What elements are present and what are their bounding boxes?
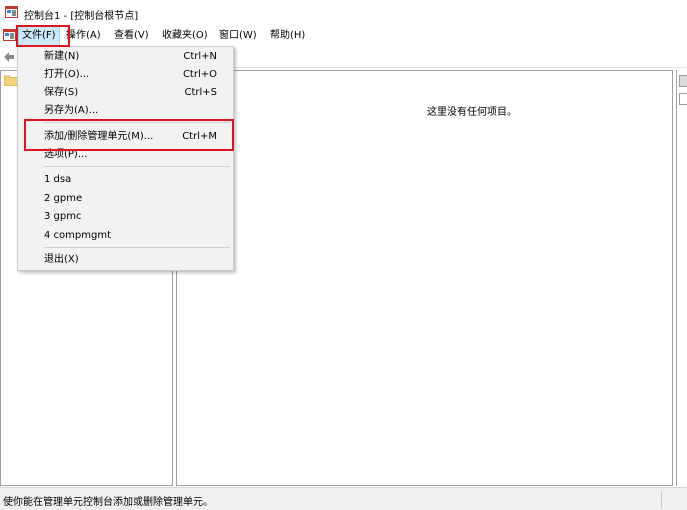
empty-message: 这里没有任何项目。 bbox=[427, 107, 517, 118]
menu-item-shortcut: Ctrl+S bbox=[184, 87, 217, 98]
menu-item-label: 保存(S) bbox=[44, 87, 79, 98]
window-title: 控制台1 - [控制台根节点] bbox=[24, 11, 139, 22]
menu-item-shortcut: Ctrl+O bbox=[182, 69, 217, 80]
highlight-box-add-remove-snapin bbox=[24, 119, 234, 151]
actions-pane bbox=[676, 70, 687, 486]
menu-item-recent-2[interactable]: 2 gpme bbox=[18, 190, 233, 208]
status-text: 使你能在管理单元控制台添加或删除管理单元。 bbox=[3, 497, 213, 508]
mmc-console-icon[interactable] bbox=[3, 29, 16, 41]
actions-pane-item[interactable] bbox=[679, 93, 687, 105]
menu-separator bbox=[44, 166, 230, 167]
menu-item-label: 4 compmgmt bbox=[44, 230, 111, 241]
menu-item-label: 3 gpmc bbox=[44, 211, 82, 222]
menu-item-recent-1[interactable]: 1 dsa bbox=[18, 171, 233, 189]
highlight-box-file-menu bbox=[16, 25, 70, 47]
status-divider bbox=[661, 491, 662, 508]
menu-item-save[interactable]: 保存(S) Ctrl+S bbox=[18, 84, 233, 102]
menu-view[interactable]: 查看(V) bbox=[111, 26, 152, 46]
file-menu-dropdown: 新建(N) Ctrl+N 打开(O)... Ctrl+O 保存(S) Ctrl+… bbox=[17, 46, 234, 271]
menu-item-open[interactable]: 打开(O)... Ctrl+O bbox=[18, 66, 233, 84]
menu-item-new[interactable]: 新建(N) Ctrl+N bbox=[18, 48, 233, 66]
menu-item-label: 退出(X) bbox=[44, 254, 79, 265]
menu-separator bbox=[44, 247, 230, 248]
actions-pane-header[interactable] bbox=[679, 75, 687, 87]
menu-window[interactable]: 窗口(W) bbox=[216, 26, 260, 46]
results-pane: 这里没有任何项目。 bbox=[176, 70, 673, 486]
menu-favorites[interactable]: 收藏夹(O) bbox=[159, 26, 211, 46]
menu-help[interactable]: 帮助(H) bbox=[267, 26, 308, 46]
mmc-console-icon bbox=[5, 6, 18, 18]
menu-bar: 文件(F) 操作(A) 查看(V) 收藏夹(O) 窗口(W) 帮助(H) bbox=[0, 26, 687, 47]
menu-item-shortcut: Ctrl+N bbox=[183, 51, 217, 62]
menu-item-recent-3[interactable]: 3 gpmc bbox=[18, 208, 233, 226]
menu-item-exit[interactable]: 退出(X) bbox=[18, 251, 233, 269]
back-arrow-icon[interactable] bbox=[3, 51, 15, 63]
menu-item-label: 新建(N) bbox=[44, 51, 80, 62]
menu-item-recent-4[interactable]: 4 compmgmt bbox=[18, 227, 233, 245]
title-bar: 控制台1 - [控制台根节点] bbox=[0, 0, 687, 26]
menu-item-label: 2 gpme bbox=[44, 193, 83, 204]
menu-item-save-as[interactable]: 另存为(A)... bbox=[18, 102, 233, 120]
menu-item-label: 1 dsa bbox=[44, 174, 72, 185]
menu-item-label: 另存为(A)... bbox=[44, 105, 99, 116]
status-bar: 使你能在管理单元控制台添加或删除管理单元。 bbox=[0, 487, 687, 510]
folder-icon[interactable] bbox=[4, 75, 18, 86]
menu-item-label: 打开(O)... bbox=[44, 69, 90, 80]
